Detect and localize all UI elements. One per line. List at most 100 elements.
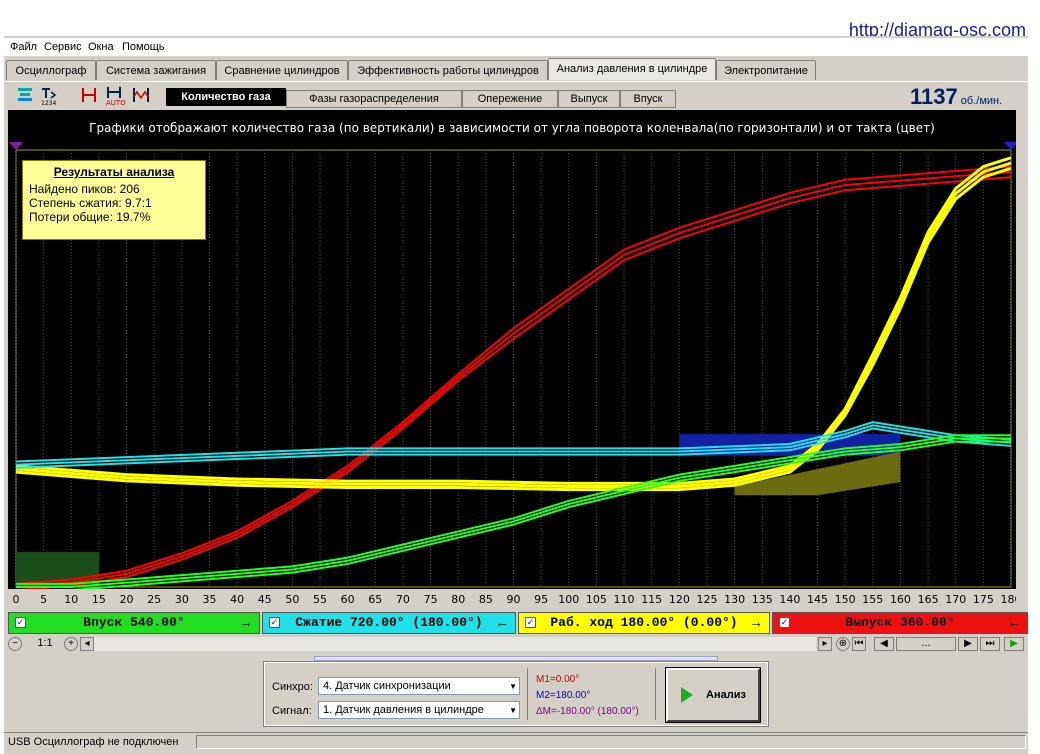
signal-select-value: 1. Датчик давления в цилиндре — [323, 704, 484, 716]
play-icon — [681, 687, 693, 703]
results-title: Результаты анализа — [53, 165, 175, 179]
svg-text:AUTO: AUTO — [106, 99, 126, 106]
frame-position[interactable]: ... — [896, 637, 956, 651]
x-tick-label: 160 — [890, 593, 911, 606]
status-bar: USB Осциллограф не подключен — [4, 732, 1028, 753]
play-icon[interactable]: ▶ — [1004, 637, 1024, 651]
x-tick-label: 165 — [918, 593, 939, 606]
subtab-exhaust[interactable]: Выпуск — [558, 90, 620, 108]
subtab-valve-timing[interactable]: Фазы газораспределения — [286, 90, 462, 108]
channel-exhaust-label: Выпуск 360.00° — [845, 615, 955, 630]
marker-m1: M1=0.00° — [536, 674, 580, 685]
subtab-intake[interactable]: Впуск — [620, 90, 676, 108]
x-tick-label: 30 — [175, 593, 189, 606]
x-tick-label: 145 — [807, 593, 828, 606]
x-tick-label: 50 — [285, 593, 299, 606]
x-tick-label: 110 — [614, 593, 635, 606]
signal-select[interactable]: 1. Датчик давления в цилиндре ▼ — [318, 701, 520, 719]
x-tick-label: 40 — [230, 593, 244, 606]
cursor-markers-icon[interactable] — [78, 84, 100, 106]
tab-cylinder-efficiency[interactable]: Эффективность работы цилиндров — [348, 60, 548, 80]
tab-pressure-analysis[interactable]: Анализ давления в цилиндре — [548, 58, 716, 80]
arrow-left-icon[interactable]: ← — [1007, 614, 1021, 630]
subtab-gas-amount[interactable]: Количество газа — [166, 88, 286, 106]
tab-divider — [4, 81, 1028, 82]
x-tick-label: 125 — [696, 593, 717, 606]
analyze-label: Анализ — [706, 689, 746, 701]
scroll-right-icon[interactable]: ▸ — [818, 637, 832, 651]
channel-power-stroke[interactable]: ✓ Раб. ход 180.00° (0.00°) → — [518, 612, 770, 634]
analyze-button[interactable]: Анализ — [665, 667, 761, 723]
arrow-right-icon[interactable]: → — [749, 614, 763, 630]
channel-compression-label: Сжатие 720.00° (180.00°) — [295, 615, 483, 630]
auto-markers-icon[interactable]: AUTO — [104, 84, 126, 107]
x-tick-label: 65 — [368, 593, 382, 606]
x-tick-label: 80 — [451, 593, 465, 606]
zoom-in-right-button[interactable]: ⊕ — [836, 637, 850, 651]
arrow-left-icon[interactable]: ← — [495, 614, 509, 630]
sync-label: Синхро: — [272, 681, 313, 693]
rpm-unit: об./мин. — [960, 95, 1003, 107]
channel-intake[interactable]: ✓ Впуск 540.00° → — [8, 612, 260, 634]
sync-select[interactable]: 4. Датчик синхронизации ▼ — [318, 677, 520, 695]
results-compression: Степень сжатия: 9.7:1 — [29, 196, 152, 210]
status-text: USB Осциллограф не подключен — [8, 736, 179, 748]
rpm-readout: 1137 об./мин. — [910, 84, 1002, 110]
scale-1234-icon[interactable]: 1234 — [38, 84, 60, 107]
channel-exhaust[interactable]: ✓ Выпуск 360.00° ← — [772, 612, 1028, 634]
x-tick-label: 120 — [669, 593, 690, 606]
x-tick-label: 180 — [1001, 593, 1017, 606]
tab-cylinder-compare[interactable]: Сравнение цилиндров — [216, 60, 348, 80]
chevron-down-icon: ▼ — [509, 706, 517, 715]
marker-delta: ΔM=-180.00° (180.00°) — [536, 706, 639, 717]
next-frame-icon[interactable]: ▶ — [958, 637, 978, 651]
x-tick-label: 10 — [64, 593, 78, 606]
panel-collapse-handle[interactable] — [314, 656, 718, 661]
x-tick-label: 85 — [479, 593, 493, 606]
tab-oscilloscope[interactable]: Осциллограф — [6, 60, 96, 80]
first-frame-icon[interactable]: ⏮ — [852, 637, 866, 651]
marker-m2-handle[interactable] — [1004, 142, 1018, 150]
menu-file[interactable]: Файл — [10, 41, 37, 53]
x-tick-label: 100 — [558, 593, 579, 606]
sync-select-value: 4. Датчик синхронизации — [323, 680, 451, 692]
x-tick-label: 170 — [945, 593, 966, 606]
channel-intake-label: Впуск 540.00° — [83, 615, 185, 630]
channel-compression[interactable]: ✓ Сжатие 720.00° (180.00°) ← — [262, 612, 516, 634]
x-tick-label: 155 — [862, 593, 883, 606]
x-tick-label: 5 — [40, 593, 47, 606]
tab-power-supply[interactable]: Электропитание — [716, 60, 816, 80]
scroll-left-icon[interactable]: ◂ — [80, 637, 94, 651]
trace-stack-icon[interactable] — [14, 84, 36, 106]
x-tick-label: 75 — [424, 593, 438, 606]
x-tick-label: 105 — [586, 593, 607, 606]
x-tick-label: 35 — [202, 593, 216, 606]
x-tick-label: 25 — [147, 593, 161, 606]
x-tick-label: 15 — [92, 593, 106, 606]
prev-frame-icon[interactable]: ◀ — [874, 637, 894, 651]
menu-help[interactable]: Помощь — [122, 41, 165, 53]
x-tick-label: 0 — [13, 593, 20, 606]
zoom-out-button[interactable]: − — [8, 637, 22, 651]
panel-divider — [527, 668, 528, 720]
marker-m2: M2=180.00° — [536, 690, 591, 701]
subtab-advance[interactable]: Опережение — [462, 90, 558, 108]
zoom-in-button[interactable]: + — [64, 637, 78, 651]
x-tick-label: 45 — [258, 593, 272, 606]
arrow-right-icon[interactable]: → — [239, 614, 253, 630]
last-frame-icon[interactable]: ⏭ — [980, 637, 1000, 651]
x-tick-label: 150 — [835, 593, 856, 606]
x-tick-label: 60 — [341, 593, 355, 606]
horizontal-scrollbar[interactable] — [94, 637, 816, 651]
x-tick-label: 135 — [752, 593, 773, 606]
x-tick-label: 95 — [534, 593, 548, 606]
menu-windows[interactable]: Окна — [88, 41, 114, 53]
tab-ignition[interactable]: Система зажигания — [96, 60, 216, 80]
main-tab-strip: Осциллограф Система зажигания Сравнение … — [4, 58, 1028, 82]
x-tick-label: 115 — [641, 593, 662, 606]
channel-power-stroke-label: Раб. ход 180.00° (0.00°) — [550, 615, 738, 630]
waveform-markers-icon[interactable] — [130, 84, 152, 106]
x-tick-label: 70 — [396, 593, 410, 606]
marker-m1-handle[interactable] — [9, 142, 23, 150]
menu-service[interactable]: Сервис — [44, 41, 82, 53]
